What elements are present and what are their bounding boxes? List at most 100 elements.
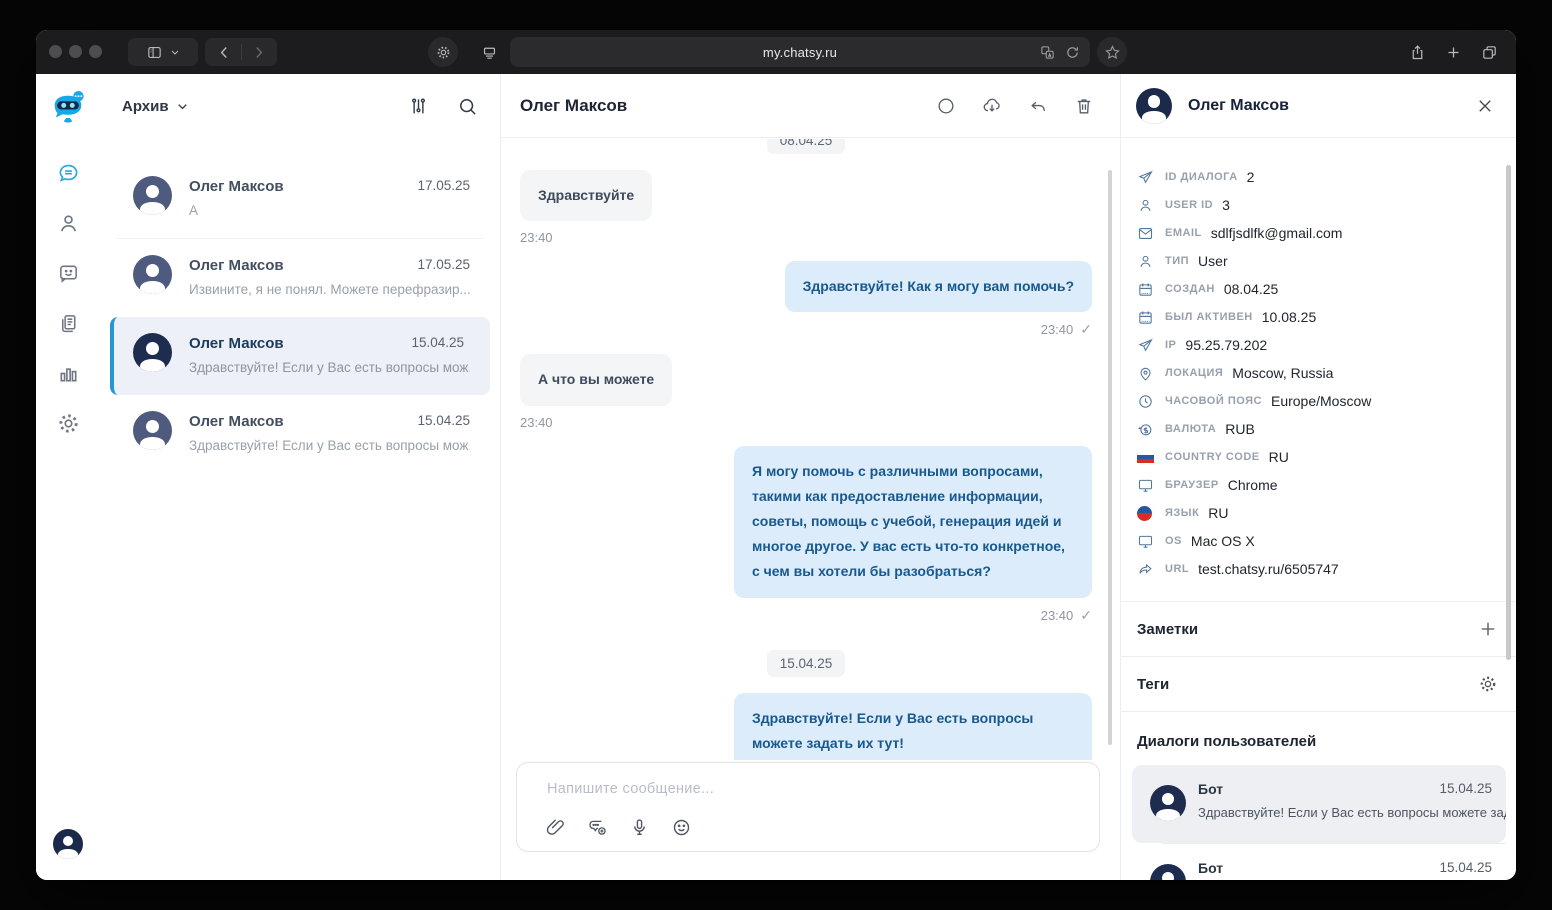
attachment-icon[interactable] xyxy=(545,817,566,838)
chat-list-header: Архив xyxy=(100,74,500,138)
user-dialog-item[interactable]: 15.04.25БотЗдравствуйте! Если у Вас есть… xyxy=(1132,765,1506,843)
folder-dropdown[interactable]: Архив xyxy=(122,98,189,115)
new-tab-button[interactable] xyxy=(1438,37,1468,67)
dialog-preview: Здравствуйте! Если у Вас есть вопросы мо… xyxy=(1132,797,1506,820)
avatar xyxy=(53,829,83,859)
clock-icon xyxy=(1137,393,1154,410)
chat-list-item[interactable]: 15.04.25Олег МаксовЗдравствуйте! Если у … xyxy=(110,317,490,395)
chat-list-item[interactable]: 17.05.25Олег МаксовИзвините, я не понял.… xyxy=(100,239,500,317)
user-dialog-item[interactable]: 15.04.25Бот xyxy=(1132,844,1506,880)
browser-window: my.chatsy.ru xyxy=(36,30,1516,880)
chat-item-preview: Здравствуйте! Если у Вас есть вопросы мо… xyxy=(189,438,470,453)
notes-title: Заметки xyxy=(1137,621,1198,638)
sidebar-toggle-button[interactable] xyxy=(128,38,198,66)
messages-scrollbar[interactable] xyxy=(1108,170,1112,745)
window-minimize-button[interactable] xyxy=(69,45,82,58)
toolbar-page-button[interactable] xyxy=(474,37,504,67)
share-button[interactable] xyxy=(1402,37,1432,67)
avatar xyxy=(1150,785,1186,821)
quick-replies-icon[interactable] xyxy=(587,817,608,838)
conversation-actions xyxy=(936,96,1094,116)
user-attribute-row: СОЗДАН08.04.25 xyxy=(1120,275,1516,303)
user-avatar xyxy=(1136,88,1172,124)
cloud-download-icon[interactable] xyxy=(982,96,1002,116)
chat-list-item[interactable]: 17.05.25Олег МаксовА xyxy=(100,160,500,238)
user-attribute-row: ЧАСОВОЙ ПОЯСEurope/Moscow xyxy=(1120,387,1516,415)
details-scrollbar[interactable] xyxy=(1506,165,1511,660)
sidebar-item-analytics[interactable] xyxy=(57,362,80,385)
sidebar-item-contacts[interactable] xyxy=(57,212,80,235)
microphone-icon[interactable] xyxy=(629,817,650,838)
back-icon[interactable] xyxy=(216,44,233,61)
attribute-value: RU xyxy=(1269,449,1289,465)
avatar-circle xyxy=(133,411,172,450)
sidebar-item-chats[interactable] xyxy=(57,162,80,185)
chat-list-item[interactable]: 15.04.25Олег МаксовЗдравствуйте! Если у … xyxy=(100,395,500,473)
add-note-button[interactable] xyxy=(1478,619,1498,639)
reply-icon[interactable] xyxy=(1028,96,1048,116)
message-bubble: Здравствуйте xyxy=(520,170,652,221)
page-settings-button[interactable] xyxy=(428,37,458,67)
user-attribute-row: USER ID3 xyxy=(1120,191,1516,219)
chevron-down-icon xyxy=(176,100,189,113)
manage-tags-button[interactable] xyxy=(1478,674,1498,694)
star-icon xyxy=(1104,44,1121,61)
user-attribute-row: ID ДИАЛОГА2 xyxy=(1120,163,1516,191)
page-icon xyxy=(481,44,498,61)
user-attribute-row: EMAILsdlfjsdlfk@gmail.com xyxy=(1120,219,1516,247)
forward-icon[interactable] xyxy=(250,44,267,61)
message-meta: 23:40 xyxy=(520,230,553,245)
gear-icon xyxy=(57,412,80,435)
attribute-label: ЯЗЫК xyxy=(1165,507,1199,519)
attribute-label: EMAIL xyxy=(1165,227,1202,239)
attribute-value: test.chatsy.ru/6505747 xyxy=(1198,561,1339,577)
user-attribute-row: БЫЛ АКТИВЕН10.08.25 xyxy=(1120,303,1516,331)
read-check-icon: ✓ xyxy=(1080,607,1092,624)
attribute-label: URL xyxy=(1165,563,1189,575)
user-details-pane: Олег Максов ID ДИАЛОГА2USER ID3EMAILsdlf… xyxy=(1120,74,1516,880)
monitor-icon xyxy=(1137,533,1154,550)
outgoing-message: Здравствуйте! Как я могу вам помочь?23:4… xyxy=(520,261,1092,338)
avatar xyxy=(133,333,172,372)
attribute-label: ВАЛЮТА xyxy=(1165,423,1216,435)
message-time: 23:40 xyxy=(520,230,553,245)
attribute-value: 95.25.79.202 xyxy=(1185,337,1267,353)
window-close-button[interactable] xyxy=(49,45,62,58)
reload-icon[interactable] xyxy=(1065,45,1080,60)
plus-icon xyxy=(1478,619,1498,639)
link-arrow-icon xyxy=(1137,561,1154,578)
user-attribute-row: БРАУЗЕРChrome xyxy=(1120,471,1516,499)
attribute-value: 08.04.25 xyxy=(1224,281,1279,297)
date-chip: 15.04.25 xyxy=(767,650,846,677)
sidebar-item-settings[interactable] xyxy=(57,412,80,435)
filter-sliders-icon[interactable] xyxy=(408,96,429,117)
attribute-label: ТИП xyxy=(1165,255,1189,267)
window-zoom-button[interactable] xyxy=(89,45,102,58)
bookmark-star-button[interactable] xyxy=(1097,37,1127,67)
translate-icon[interactable] xyxy=(1040,45,1055,60)
sidebar-item-templates[interactable] xyxy=(57,312,80,335)
account-avatar[interactable] xyxy=(53,829,83,859)
details-user-name: Олег Максов xyxy=(1188,97,1289,115)
attribute-label: COUNTRY CODE xyxy=(1165,451,1260,463)
message-meta: 23:40✓ xyxy=(1041,607,1092,624)
address-bar[interactable]: my.chatsy.ru xyxy=(510,37,1090,67)
sidebar-item-bot[interactable] xyxy=(57,262,80,285)
tab-overview-button[interactable] xyxy=(1474,37,1504,67)
app-logo[interactable] xyxy=(49,90,87,128)
mark-unread-circle-icon[interactable] xyxy=(936,96,956,116)
user-attribute-row: IP95.25.79.202 xyxy=(1120,331,1516,359)
share-icon xyxy=(1409,44,1426,61)
envelope-icon xyxy=(1137,225,1154,242)
message-time: 23:40 xyxy=(520,415,553,430)
close-details-button[interactable] xyxy=(1476,97,1494,115)
chat-smiley-icon xyxy=(57,262,80,285)
attribute-value: 10.08.25 xyxy=(1262,309,1317,325)
trash-icon[interactable] xyxy=(1074,96,1094,116)
person-icon xyxy=(1137,197,1154,214)
message-input[interactable] xyxy=(547,781,1079,797)
url-text: my.chatsy.ru xyxy=(763,45,837,60)
search-icon[interactable] xyxy=(457,96,478,117)
emoji-icon[interactable] xyxy=(671,817,692,838)
gear-icon xyxy=(435,44,452,61)
